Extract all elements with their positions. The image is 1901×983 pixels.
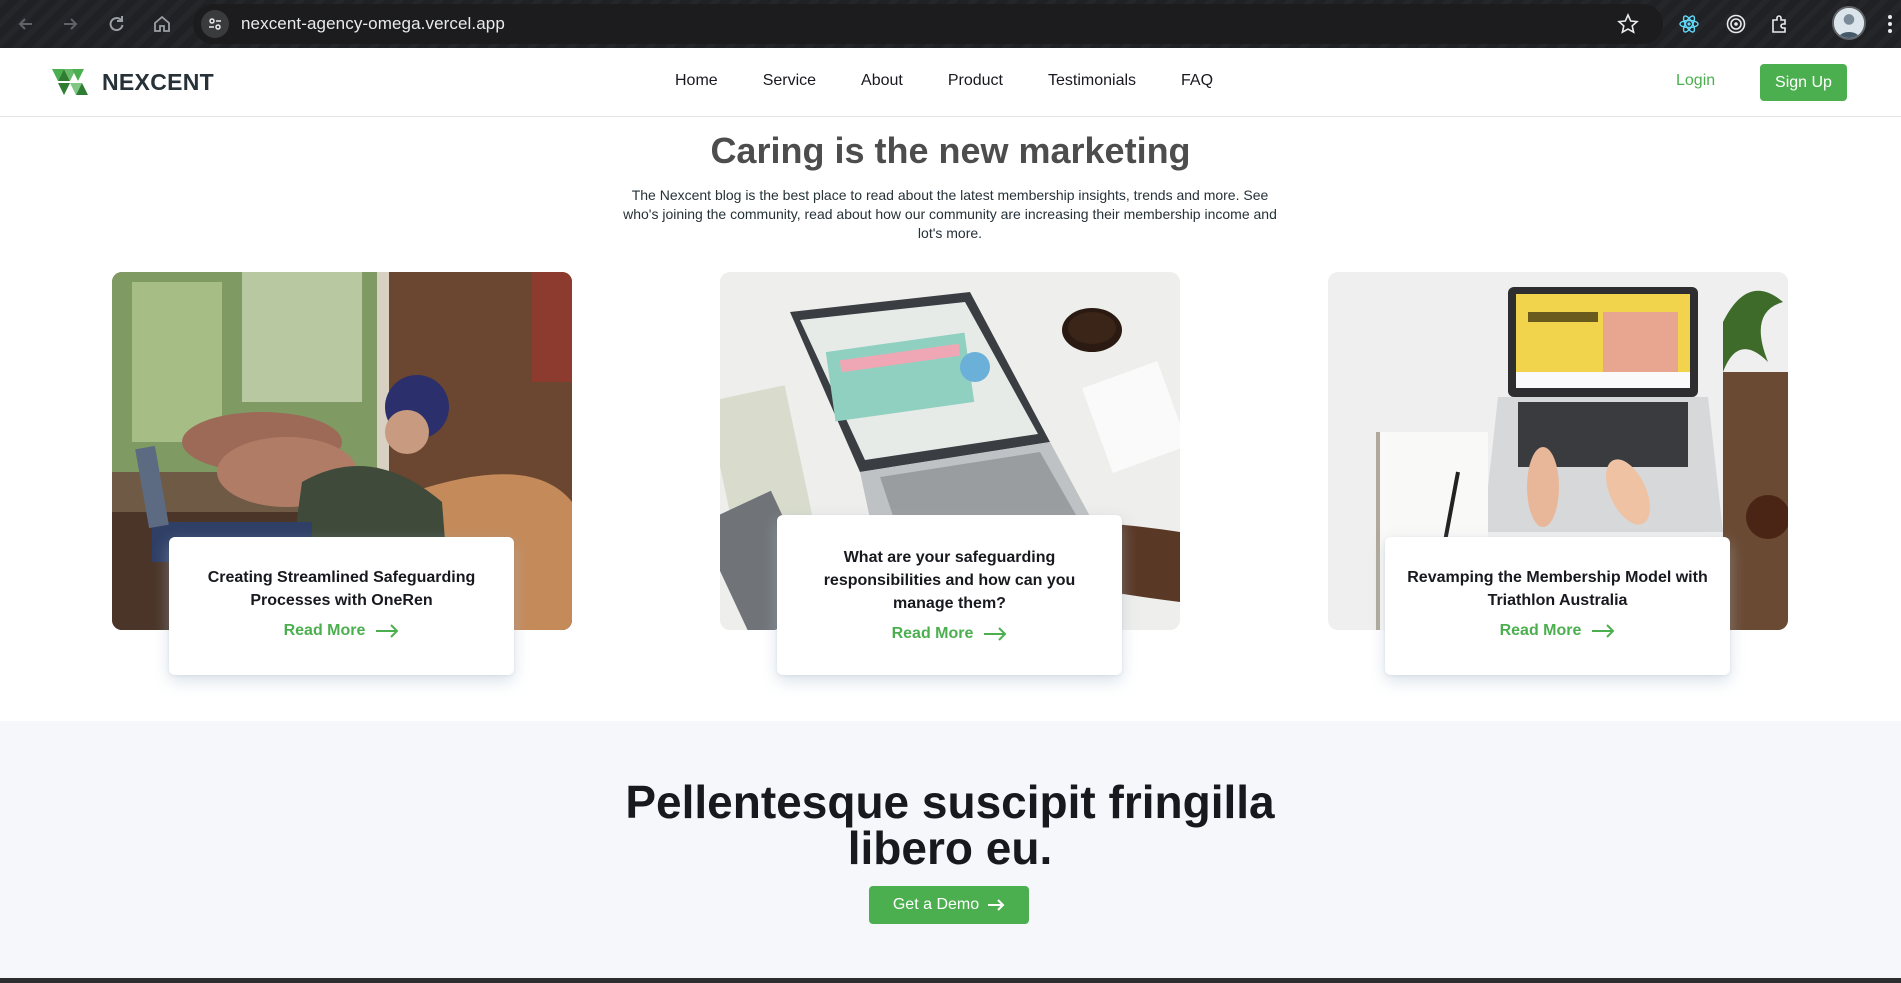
blog-description: The Nexcent blog is the best place to re… bbox=[623, 187, 1277, 241]
nav-service[interactable]: Service bbox=[763, 72, 816, 90]
bookmark-star-icon[interactable] bbox=[1612, 8, 1644, 40]
home-icon[interactable] bbox=[146, 8, 178, 40]
get-demo-label: Get a Demo bbox=[892, 896, 980, 913]
nav-testimonials[interactable]: Testimonials bbox=[1048, 72, 1136, 90]
extensions-puzzle-icon[interactable] bbox=[1764, 8, 1796, 40]
react-devtools-icon[interactable] bbox=[1673, 8, 1705, 40]
address-bar[interactable]: nexcent-agency-omega.vercel.app bbox=[193, 4, 1663, 44]
nav-home[interactable]: Home bbox=[675, 72, 718, 90]
blog-card-title: What are your safeguarding responsibilit… bbox=[823, 549, 1076, 612]
site-info-icon[interactable] bbox=[201, 10, 229, 38]
extension-target-icon[interactable] bbox=[1720, 8, 1752, 40]
back-icon[interactable] bbox=[10, 8, 42, 40]
cta-section: Pellentesque suscipit fringilla libero e… bbox=[0, 721, 1901, 983]
browser-toolbar: nexcent-agency-omega.vercel.app bbox=[0, 0, 1901, 48]
bottom-edge bbox=[0, 978, 1901, 983]
logo[interactable]: NEXCENT bbox=[52, 68, 214, 96]
browser-menu-icon[interactable] bbox=[1884, 12, 1896, 36]
blog-card-1: Creating Streamlined Safeguarding Proces… bbox=[169, 537, 514, 675]
url-text: nexcent-agency-omega.vercel.app bbox=[241, 14, 505, 33]
main-nav: Home Service About Product Testimonials … bbox=[675, 72, 1258, 90]
arrow-right-icon bbox=[376, 624, 399, 638]
read-more-link[interactable]: Read More bbox=[892, 625, 1008, 643]
reload-icon[interactable] bbox=[100, 8, 132, 40]
blog-card-title: Creating Streamlined Safeguarding Proces… bbox=[207, 569, 476, 609]
get-demo-button[interactable]: Get a Demo bbox=[869, 886, 1029, 924]
nav-faq[interactable]: FAQ bbox=[1181, 72, 1213, 90]
logo-text: NEXCENT bbox=[102, 68, 215, 95]
blog-title: Caring is the new marketing bbox=[710, 130, 1191, 171]
blog-card-3: Revamping the Membership Model with Tria… bbox=[1385, 537, 1730, 675]
site-header: NEXCENT Home Service About Product Testi… bbox=[0, 48, 1901, 117]
nav-about[interactable]: About bbox=[861, 72, 903, 90]
read-more-label: Read More bbox=[891, 625, 974, 642]
arrow-right-icon bbox=[984, 627, 1007, 641]
read-more-link[interactable]: Read More bbox=[1500, 622, 1616, 640]
login-link[interactable]: Login bbox=[1676, 72, 1715, 90]
nav-product[interactable]: Product bbox=[948, 72, 1003, 90]
profile-avatar[interactable] bbox=[1832, 6, 1866, 40]
signup-button[interactable]: Sign Up bbox=[1760, 64, 1847, 101]
read-more-link[interactable]: Read More bbox=[284, 622, 400, 640]
blog-card-2: What are your safeguarding responsibilit… bbox=[777, 515, 1122, 675]
forward-icon[interactable] bbox=[54, 8, 86, 40]
cta-title: Pellentesque suscipit fringilla libero e… bbox=[625, 776, 1275, 874]
read-more-label: Read More bbox=[1499, 622, 1582, 639]
nexcent-logo-icon bbox=[52, 69, 88, 95]
arrow-right-icon bbox=[988, 899, 1005, 911]
arrow-right-icon bbox=[1592, 624, 1615, 638]
read-more-label: Read More bbox=[283, 622, 366, 639]
blog-card-title: Revamping the Membership Model with Tria… bbox=[1407, 569, 1708, 609]
